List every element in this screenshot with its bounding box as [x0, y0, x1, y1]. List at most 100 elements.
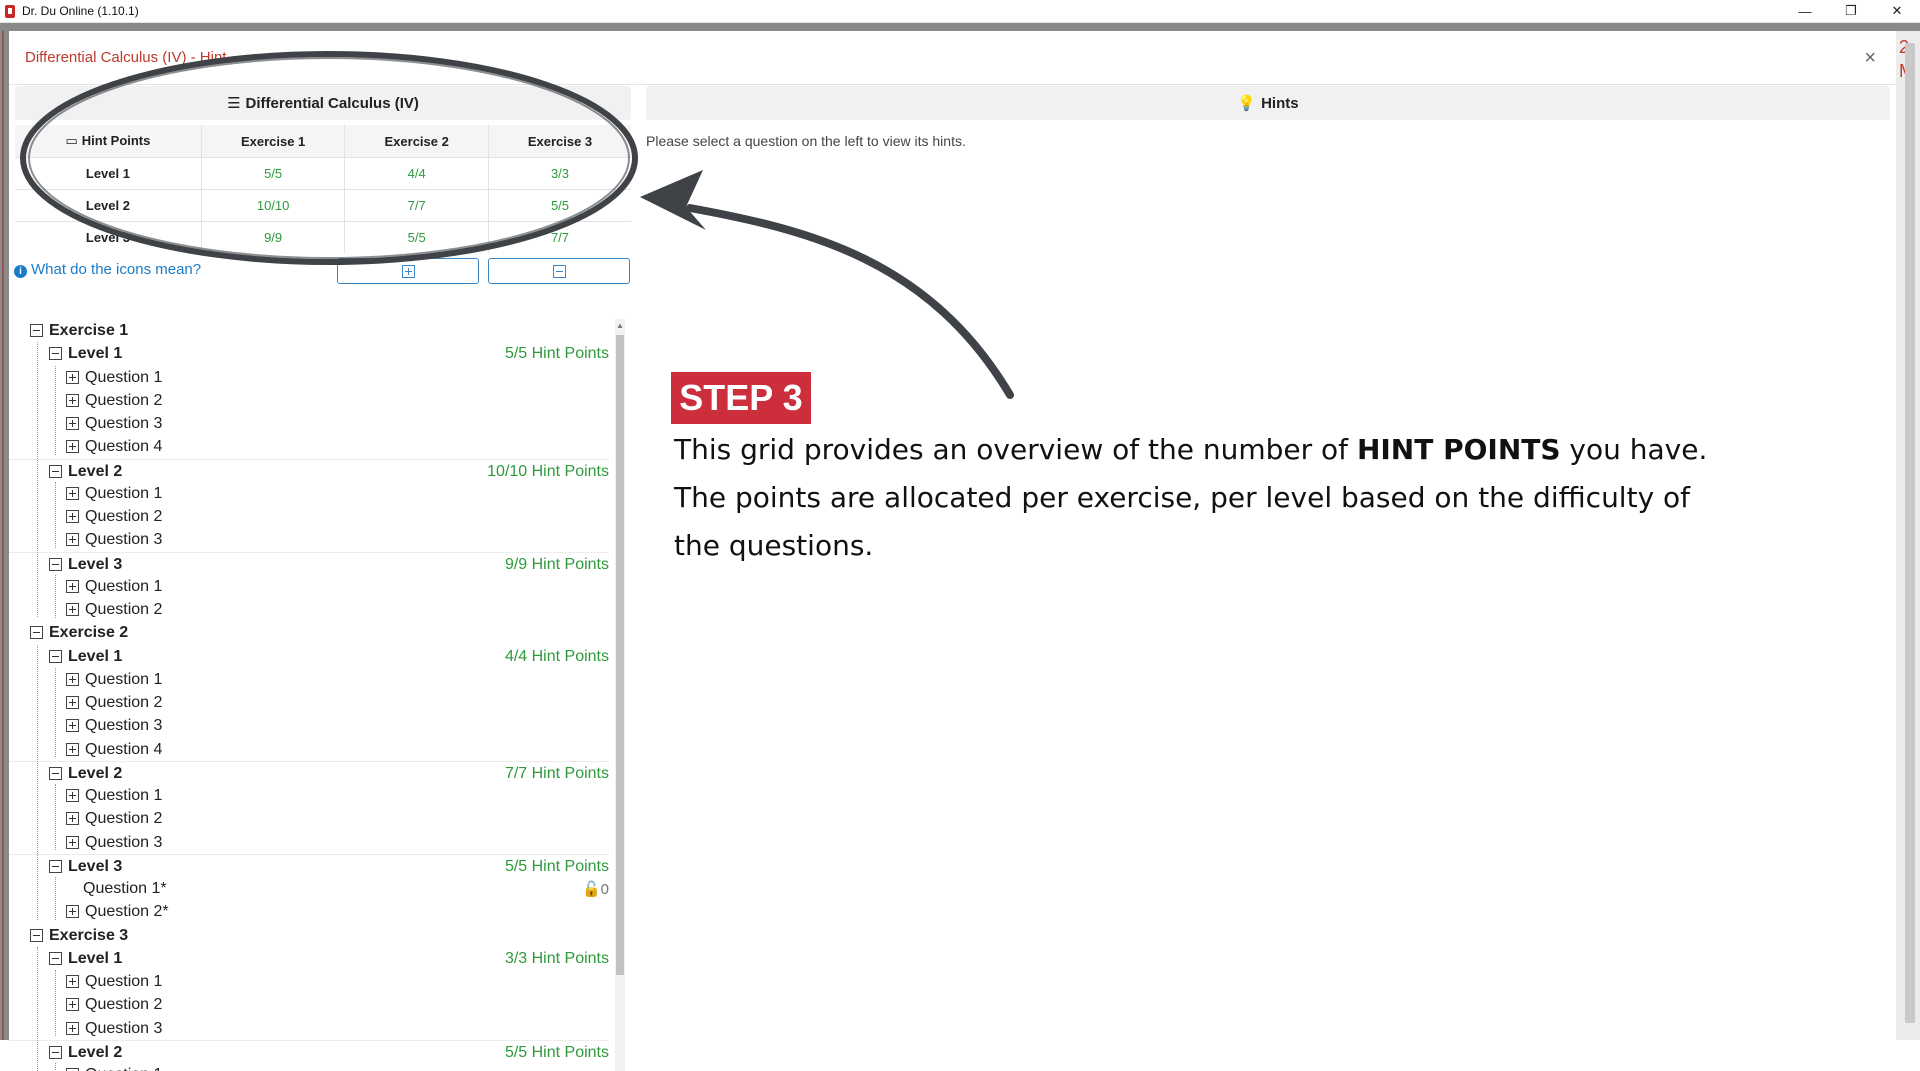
tree-level[interactable]: Level 2 10/10 Hint Points	[9, 459, 609, 483]
tree-level[interactable]: Level 14/4 Hint Points	[9, 645, 609, 668]
tree-question[interactable]: Question 1	[9, 784, 609, 807]
tree-question-label: Question 1*	[83, 880, 167, 898]
tree-question[interactable]: Question 1	[9, 970, 609, 993]
expand-toggle-icon[interactable]	[66, 836, 79, 849]
modal-close-button[interactable]: ×	[1864, 47, 1876, 70]
collapse-toggle-icon[interactable]	[49, 465, 62, 478]
expand-toggle-icon[interactable]	[66, 975, 79, 988]
expand-toggle-icon[interactable]	[66, 1022, 79, 1035]
grid-cell: 7/7	[345, 190, 489, 222]
tree-scrollbar[interactable]: ▲	[615, 319, 625, 1071]
tree-question[interactable]: Question 1*🔓0	[9, 877, 609, 900]
tree-question[interactable]: Question 2	[9, 389, 609, 412]
hint-points-label: 10/10 Hint Points	[487, 463, 609, 481]
tree-question[interactable]: Question 3	[9, 714, 609, 737]
tree-exercise-label: Exercise 3	[49, 927, 128, 945]
expand-toggle-icon[interactable]	[66, 603, 79, 616]
tree-exercise[interactable]: Exercise 1	[9, 319, 609, 342]
collapse-toggle-icon[interactable]	[49, 952, 62, 965]
tree-level[interactable]: Level 35/5 Hint Points	[9, 854, 609, 878]
tree-question[interactable]: Question 4	[9, 435, 609, 458]
expand-toggle-icon[interactable]	[66, 394, 79, 407]
tree-question[interactable]: Question 2	[9, 691, 609, 714]
tree-question[interactable]: Question 3	[9, 528, 609, 551]
collapse-all-button[interactable]	[488, 258, 630, 284]
backdrop-top	[0, 23, 1920, 31]
tree-question[interactable]: Question 2*	[9, 900, 609, 923]
question-tree: Exercise 1Level 15/5 Hint PointsQuestion…	[9, 319, 624, 1071]
expand-toggle-icon[interactable]	[66, 580, 79, 593]
collapse-toggle-icon[interactable]	[30, 626, 43, 639]
tree-question[interactable]: Question 3	[9, 1017, 609, 1040]
tree-question[interactable]: Question 3	[9, 831, 609, 854]
page-scrollbar[interactable]	[1905, 43, 1915, 1023]
tree-question[interactable]: Question 2	[9, 993, 609, 1016]
tree-level-label: Level 2	[68, 1044, 122, 1062]
tree-level[interactable]: Level 25/5 Hint Points	[9, 1040, 609, 1064]
hint-points-label: 3/3 Hint Points	[505, 950, 609, 968]
collapse-toggle-icon[interactable]	[49, 1046, 62, 1059]
collapse-toggle-icon[interactable]	[30, 324, 43, 337]
collapse-toggle-icon[interactable]	[49, 860, 62, 873]
expand-toggle-icon[interactable]	[66, 510, 79, 523]
tree-question-label: Question 1	[85, 485, 162, 503]
grid-cell: 9/9	[201, 222, 345, 254]
tree-level[interactable]: Level 27/7 Hint Points	[9, 761, 609, 785]
money-icon: ▭	[65, 133, 77, 148]
list-icon: ☰	[227, 94, 240, 112]
tree-scrollbar-thumb[interactable]	[616, 335, 624, 975]
minimize-button[interactable]: —	[1782, 0, 1828, 22]
expand-toggle-icon[interactable]	[66, 417, 79, 430]
expand-toggle-icon[interactable]	[66, 812, 79, 825]
tree-question[interactable]: Question 1	[9, 482, 609, 505]
grid-row-label: Level 2	[15, 190, 201, 222]
tree-question[interactable]: Question 2	[9, 598, 609, 621]
collapse-toggle-icon[interactable]	[49, 347, 62, 360]
expand-toggle-icon[interactable]	[66, 743, 79, 756]
icons-help-link[interactable]: iWhat do the icons mean?	[14, 261, 201, 278]
collapse-toggle-icon[interactable]	[30, 929, 43, 942]
tree-question[interactable]: Question 2	[9, 505, 609, 528]
tree-level-label: Level 1	[68, 648, 122, 666]
tree-question[interactable]: Question 1	[9, 575, 609, 598]
tree-question[interactable]: Question 1	[9, 1063, 609, 1071]
window-title: Dr. Du Online (1.10.1)	[22, 4, 139, 18]
collapse-toggle-icon[interactable]	[49, 558, 62, 571]
expand-toggle-icon[interactable]	[66, 487, 79, 500]
expand-toggle-icon[interactable]	[66, 371, 79, 384]
expand-toggle-icon[interactable]	[66, 440, 79, 453]
tree-question[interactable]: Question 1	[9, 366, 609, 389]
tree-level[interactable]: Level 15/5 Hint Points	[9, 342, 609, 365]
expand-toggle-icon[interactable]	[66, 789, 79, 802]
tree-question[interactable]: Question 1	[9, 668, 609, 691]
tree-question-label: Question 2*	[85, 903, 169, 921]
expand-toggle-icon[interactable]	[66, 905, 79, 918]
tree-level-label: Level 2	[68, 463, 122, 481]
scroll-up-icon[interactable]: ▲	[616, 321, 624, 330]
tree-question[interactable]: Question 3	[9, 412, 609, 435]
question-lock-count: 0	[601, 881, 609, 898]
expand-toggle-icon[interactable]	[66, 719, 79, 732]
tree-question-label: Question 1	[85, 578, 162, 596]
expand-all-button[interactable]	[337, 258, 479, 284]
modal-header: Differential Calculus (IV) - Hint ×	[9, 31, 1896, 85]
step-text-bold: HINT POINTS	[1357, 433, 1561, 466]
collapse-toggle-icon[interactable]	[49, 650, 62, 663]
tree-level[interactable]: Level 39/9 Hint Points	[9, 552, 609, 576]
tree-guide-line	[55, 784, 56, 850]
expand-toggle-icon[interactable]	[66, 533, 79, 546]
tree-question-label: Question 1	[85, 1066, 162, 1071]
tree-question[interactable]: Question 2	[9, 807, 609, 830]
restore-button[interactable]: ❐	[1828, 0, 1874, 22]
grid-column-header: Exercise 3	[488, 125, 631, 158]
expand-toggle-icon[interactable]	[66, 696, 79, 709]
collapse-toggle-icon[interactable]	[49, 767, 62, 780]
tree-level[interactable]: Level 13/3 Hint Points	[9, 947, 609, 970]
expand-toggle-icon[interactable]	[66, 673, 79, 686]
window-close-button[interactable]: ✕	[1874, 0, 1920, 22]
tree-question-label: Question 3	[85, 531, 162, 549]
expand-toggle-icon[interactable]	[66, 998, 79, 1011]
tree-exercise[interactable]: Exercise 2	[9, 621, 609, 644]
tree-question[interactable]: Question 4	[9, 738, 609, 761]
tree-exercise[interactable]: Exercise 3	[9, 924, 609, 947]
